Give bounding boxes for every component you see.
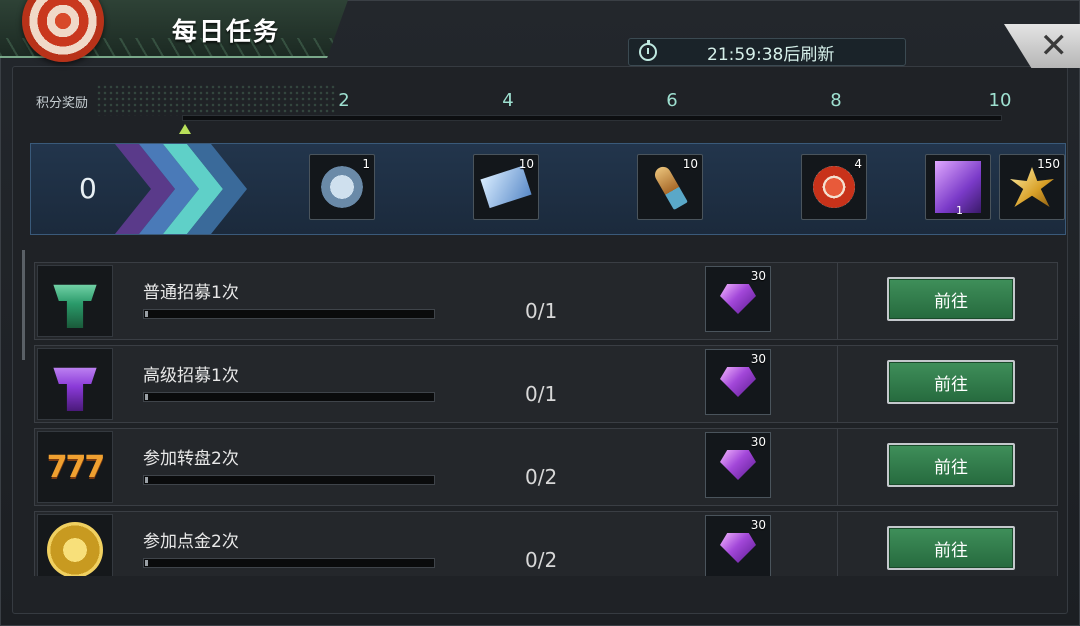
divider (837, 346, 838, 422)
gold-leaf-icon (1010, 167, 1054, 207)
score-tick: 10 (988, 90, 1012, 111)
reward-item[interactable]: 4 (801, 154, 867, 220)
reward-item[interactable]: 10 (637, 154, 703, 220)
reward-item[interactable]: 1 (309, 154, 375, 220)
reward-count: 4 (854, 157, 862, 171)
score-tick: 2 (338, 90, 350, 111)
close-icon: ✕ (1039, 26, 1069, 66)
task-reward[interactable]: 30 (705, 432, 771, 498)
purple-gem-icon (720, 367, 756, 397)
page-title: 每日任务 (172, 17, 281, 46)
divider (837, 263, 838, 339)
go-button[interactable]: 前往 (887, 360, 1015, 404)
purple-gem-icon (720, 284, 756, 314)
task-progress-text: 0/1 (525, 299, 558, 323)
reward-count: 10 (518, 157, 534, 171)
score-progress-track (182, 115, 1002, 121)
task-progress-text: 0/2 (525, 548, 558, 572)
green-recruit-icon (53, 284, 97, 328)
task-progress-text: 0/1 (525, 382, 558, 406)
task-progress-bar (143, 558, 435, 568)
score-label: 积分奖励 (36, 96, 89, 111)
task-list: 普通招募1次 0/1 30 前往 高级招募1次 0/1 30 前往 777 参加… (0, 246, 1080, 576)
task-row: 高级招募1次 0/1 30 前往 (34, 345, 1058, 423)
purple-gem-icon (720, 533, 756, 563)
cinema-ticket-icon (480, 165, 532, 209)
task-reward[interactable]: 30 (705, 515, 771, 576)
task-icon-frame (37, 348, 113, 420)
divider (837, 512, 838, 576)
timer-text: 21:59:38后刷新 (707, 44, 835, 65)
poker-chip-icon (813, 166, 855, 208)
reward-count: 1 (362, 157, 370, 171)
refresh-timer: 21:59:38后刷新 (628, 38, 906, 66)
reward-item[interactable]: 10 (473, 154, 539, 220)
reward-count: 30 (750, 435, 766, 449)
reward-count: 30 (750, 269, 766, 283)
score-tick: 6 (666, 90, 678, 111)
reward-count: 10 (682, 157, 698, 171)
decorative-dots (96, 84, 336, 116)
task-title: 参加转盘2次 (143, 449, 239, 469)
progress-marker-icon (179, 124, 191, 134)
purple-recruit-icon (53, 367, 97, 411)
task-icon-frame (37, 514, 113, 576)
score-tick: 4 (502, 90, 514, 111)
reward-item[interactable]: 1 (925, 154, 991, 220)
go-button[interactable]: 前往 (887, 277, 1015, 321)
go-button[interactable]: 前往 (887, 443, 1015, 487)
task-icon-frame (37, 265, 113, 337)
task-row: 777 参加转盘2次 0/2 30 前往 (34, 428, 1058, 506)
stopwatch-icon (639, 40, 657, 61)
reward-item[interactable]: 150 (999, 154, 1065, 220)
task-progress-bar (143, 475, 435, 485)
reward-count: 150 (1037, 157, 1060, 171)
task-title: 高级招募1次 (143, 366, 239, 386)
task-title: 参加点金2次 (143, 532, 239, 552)
reward-count: 30 (750, 352, 766, 366)
purple-gem-icon (720, 450, 756, 480)
score-rewards-section: 积分奖励 2 4 6 8 10 0 1 10 10 4 1 150 (26, 80, 1066, 240)
reward-strip: 0 1 10 10 4 1 150 (30, 143, 1066, 235)
divider (837, 429, 838, 505)
slot-777-icon: 777 (46, 449, 106, 485)
task-row: 参加点金2次 0/2 30 前往 (34, 511, 1058, 576)
go-button[interactable]: 前往 (887, 526, 1015, 570)
task-progress-bar (143, 392, 435, 402)
task-progress-text: 0/2 (525, 465, 558, 489)
reward-count: 1 (956, 204, 963, 217)
task-progress-bar (143, 309, 435, 319)
daily-tasks-window: 每日任务 21:59:38后刷新 ✕ 积分奖励 2 4 6 8 10 0 1 1… (0, 0, 1080, 626)
task-reward[interactable]: 30 (705, 266, 771, 332)
task-title: 普通招募1次 (143, 283, 239, 303)
score-tick: 8 (830, 90, 842, 111)
silver-coin-icon (321, 166, 363, 208)
task-icon-frame: 777 (37, 431, 113, 503)
task-row: 普通招募1次 0/1 30 前往 (34, 262, 1058, 340)
task-reward[interactable]: 30 (705, 349, 771, 415)
reward-count: 30 (750, 518, 766, 532)
gold-diamond-coin-icon (47, 522, 103, 576)
current-score: 0 (79, 172, 97, 205)
